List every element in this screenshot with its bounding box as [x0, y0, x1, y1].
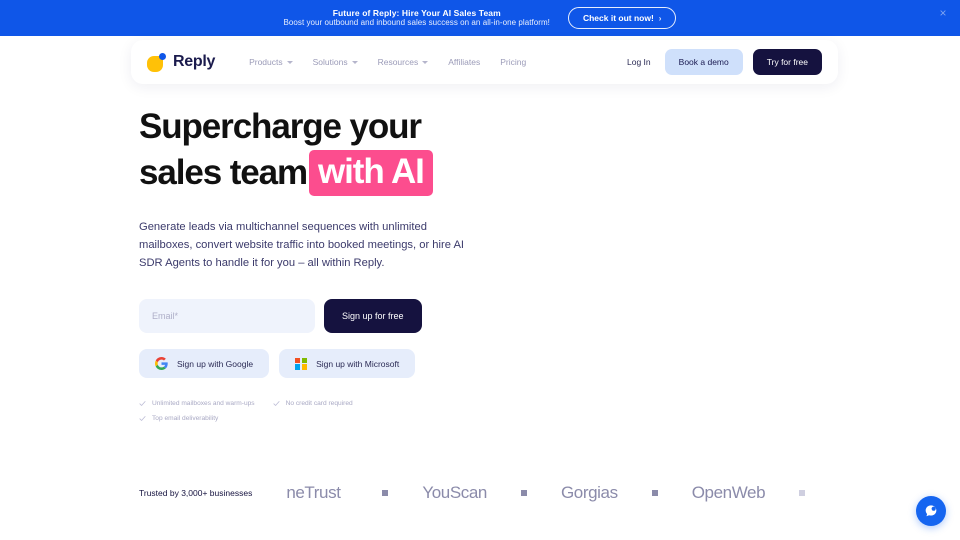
- brand-logo-openweb: OpenWeb: [691, 483, 766, 502]
- chevron-down-icon: [351, 60, 358, 64]
- feature-item: No credit card required: [273, 400, 353, 407]
- nav-item-products-label: Products: [249, 57, 283, 67]
- signup-button[interactable]: Sign up for free: [324, 299, 422, 334]
- signup-form: Sign up for free: [139, 299, 559, 334]
- logo-wordmark: Reply: [173, 53, 216, 70]
- chat-bubble-icon: [925, 505, 937, 517]
- signup-microsoft-label: Sign up with Microsoft: [316, 358, 400, 369]
- feature-label: Top email deliverability: [152, 415, 219, 423]
- nav-item-products[interactable]: Products: [249, 57, 293, 67]
- brand-logo-track: neTrust YouScan Gorgias OpenWeb: [286, 483, 839, 503]
- feature-label: No credit card required: [285, 400, 353, 408]
- promo-banner: Future of Reply: Hire Your AI Sales Team…: [0, 0, 960, 36]
- nav-item-solutions[interactable]: Solutions: [313, 57, 358, 67]
- promo-subtitle: Boost your outbound and inbound sales su…: [283, 18, 550, 28]
- nav-actions: Log In Book a demo Try for free: [627, 49, 822, 75]
- headline-highlight: with AI: [309, 149, 433, 196]
- reply-logo[interactable]: Reply: [147, 52, 216, 72]
- brand-separator: [520, 490, 527, 496]
- headline-line-2: sales team with AI: [139, 149, 559, 196]
- chevron-right-icon: ›: [658, 13, 662, 23]
- brand-logo-gorgias: Gorgias: [560, 483, 618, 502]
- promo-title: Future of Reply: Hire Your AI Sales Team: [332, 8, 501, 19]
- hero-section: Supercharge your sales team with AI Gene…: [139, 104, 559, 422]
- promo-cta-label: Check it out now!: [582, 13, 654, 23]
- headline-line-1: Supercharge your: [139, 107, 422, 146]
- microsoft-icon: [295, 357, 308, 370]
- feature-item: Unlimited mailboxes and warm-ups: [139, 400, 255, 407]
- check-icon: [273, 401, 280, 407]
- nav-item-resources[interactable]: Resources: [378, 57, 429, 67]
- signup-microsoft-button[interactable]: Sign up with Microsoft: [279, 349, 416, 379]
- close-icon[interactable]: ×: [936, 6, 950, 20]
- email-field[interactable]: [139, 299, 315, 334]
- social-signup-row: Sign up with Google Sign up with Microso…: [139, 349, 559, 379]
- chevron-down-icon: [286, 60, 293, 64]
- login-link[interactable]: Log In: [627, 57, 651, 67]
- promo-cta-button[interactable]: Check it out now! ›: [567, 7, 677, 29]
- google-icon: [155, 357, 168, 371]
- reply-logo-icon: [147, 52, 166, 72]
- signup-google-button[interactable]: Sign up with Google: [139, 349, 270, 379]
- main-navigation: Reply Products Solutions Resources Affil…: [131, 40, 838, 84]
- chat-widget-button[interactable]: [916, 496, 946, 526]
- hero-subcopy: Generate leads via multichannel sequence…: [139, 220, 465, 270]
- brand-separator: [799, 490, 806, 496]
- nav-item-resources-label: Resources: [377, 57, 419, 67]
- nav-item-pricing[interactable]: Pricing: [500, 57, 526, 67]
- nav-item-affiliates-label: Affiliates: [448, 57, 481, 67]
- trusted-by-label: Trusted by 3,000+ businesses: [139, 488, 253, 498]
- promo-text: Future of Reply: Hire Your AI Sales Team…: [284, 8, 550, 27]
- brand-separator: [651, 490, 658, 496]
- check-icon: [139, 401, 146, 407]
- chevron-down-icon: [422, 60, 429, 64]
- brand-logo-onetrust: neTrust: [286, 483, 341, 502]
- signup-google-label: Sign up with Google: [177, 358, 254, 369]
- page-title: Supercharge your sales team with AI: [139, 104, 559, 196]
- feature-list: Unlimited mailboxes and warm-ups No cred…: [139, 400, 399, 422]
- nav-item-affiliates[interactable]: Affiliates: [448, 57, 480, 67]
- nav-links: Products Solutions Resources Affiliates …: [249, 57, 526, 67]
- trusted-by-strip: Trusted by 3,000+ businesses neTrust You…: [139, 483, 939, 503]
- nav-item-pricing-label: Pricing: [500, 57, 527, 67]
- headline-line-2-plain: sales team: [139, 152, 308, 192]
- try-for-free-button[interactable]: Try for free: [752, 49, 822, 75]
- book-demo-button[interactable]: Book a demo: [664, 49, 743, 75]
- brand-separator: [382, 490, 389, 496]
- brand-logo-youscan: YouScan: [422, 483, 487, 502]
- feature-item: Top email deliverability: [139, 415, 218, 422]
- check-icon: [139, 416, 146, 422]
- feature-label: Unlimited mailboxes and warm-ups: [152, 400, 255, 408]
- nav-item-solutions-label: Solutions: [312, 57, 348, 67]
